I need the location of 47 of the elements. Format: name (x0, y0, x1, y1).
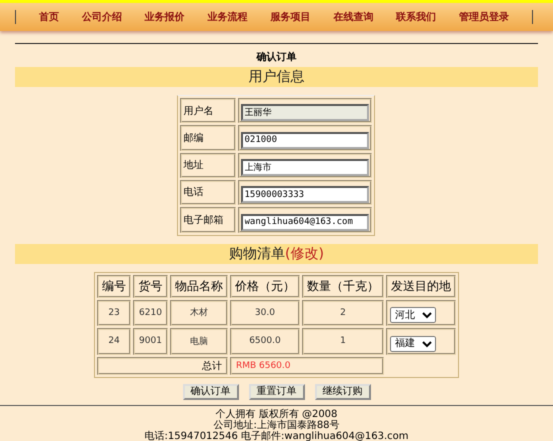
nav-link[interactable]: 公司介绍 (82, 10, 122, 24)
total-value: RMB 6560.0 (230, 356, 384, 374)
nav-link[interactable]: 业务流程 (208, 10, 248, 24)
table-cell: 9001 (133, 328, 168, 354)
nav-link[interactable]: 业务报价 (144, 10, 185, 24)
section-header: 用户信息 (15, 67, 538, 87)
table-cell: 电脑 (170, 328, 228, 354)
text-field[interactable]: wanglihua604@163.com (240, 214, 368, 230)
section-title: 购物清单 (229, 246, 286, 262)
column-header: 数量（千克） (302, 274, 384, 298)
text-field[interactable]: 021000 (240, 132, 368, 148)
table-cell: 6500.0 (230, 328, 300, 354)
field-label: 电话 (180, 180, 236, 205)
form-button[interactable]: 重置订单 (248, 384, 304, 400)
total-label: 总计 (97, 356, 228, 374)
text-field[interactable]: 15900003333 (240, 186, 368, 203)
column-header: 货号 (133, 274, 168, 298)
column-header: 发送目的地 (386, 274, 456, 298)
field-label: 地址 (180, 152, 236, 178)
table-cell: 木材 (170, 300, 228, 326)
nav-link[interactable]: 首页 (38, 10, 59, 24)
destination-select[interactable]: 河北 (390, 307, 436, 323)
form-button[interactable]: 确认订单 (182, 384, 238, 400)
table-cell: 6210 (133, 300, 168, 326)
table-cell: 30.0 (230, 300, 300, 326)
field-label: 用户名 (180, 98, 236, 123)
column-header: 物品名称 (170, 274, 228, 298)
field-label: 邮编 (180, 125, 236, 150)
table-cell: 1 (302, 328, 384, 354)
footer-text: 公司地址:上海市国泰路88号 (212, 420, 341, 430)
column-header: 价格（元） (230, 274, 300, 298)
nav-link[interactable]: 联系我们 (396, 10, 436, 24)
footer-text: 电话:15947012546 电子邮件:wanglihua604@163.com (144, 430, 410, 441)
nav-link[interactable]: 管理员登录 (459, 10, 509, 24)
table-cell: 24 (97, 328, 132, 354)
edit-link[interactable]: (修改) (285, 246, 324, 262)
field-label: 电子邮箱 (180, 207, 236, 232)
page-title: 确认订单 (255, 50, 298, 63)
column-header: 编号 (97, 274, 132, 298)
form-button[interactable]: 继续订购 (314, 384, 370, 400)
footer-text: 个人拥有 版权所有 @2008 (214, 408, 338, 420)
table-cell: 23 (97, 300, 132, 326)
destination-select[interactable]: 福建 (390, 336, 436, 352)
nav-link[interactable]: 服务项目 (270, 10, 310, 24)
table-cell: 2 (302, 300, 384, 326)
nav-link[interactable]: 在线查询 (333, 10, 374, 24)
text-field[interactable]: 上海市 (240, 158, 368, 176)
